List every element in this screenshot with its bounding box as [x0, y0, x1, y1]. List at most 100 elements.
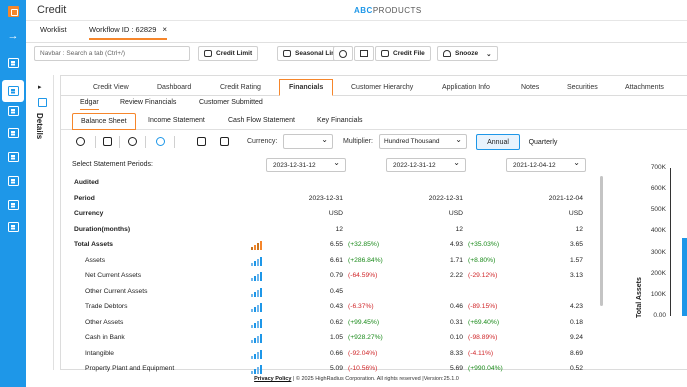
export-icon[interactable] — [197, 137, 206, 146]
navbar-search-input[interactable]: Navbar : Search a tab (Ctrl+/) — [34, 46, 190, 61]
tab-worklist[interactable]: Worklist — [40, 25, 67, 34]
sidebar-item-list[interactable] — [0, 146, 26, 168]
bell-icon — [443, 50, 451, 57]
details-rail[interactable]: ▸ Details — [30, 75, 54, 370]
chart-tick-label: 600K — [650, 185, 666, 193]
download-icon[interactable] — [220, 137, 229, 146]
value-period-1: 0.66 — [329, 349, 343, 357]
tab-balance-sheet[interactable]: Balance Sheet — [72, 113, 136, 130]
row-label: Property Plant and Equipment — [85, 365, 175, 372]
tab-application-info[interactable]: Application Info — [442, 84, 490, 91]
trend-chart-icon[interactable] — [251, 272, 262, 281]
close-icon[interactable]: × — [162, 25, 167, 34]
change-period-2: (-98.89%) — [468, 334, 498, 341]
value-period-2: 0.31 — [449, 318, 463, 326]
tab-credit-view[interactable]: Credit View — [93, 84, 129, 91]
chart-tick-label: 300K — [650, 248, 666, 256]
credit-limit-label: Credit Limit — [216, 50, 253, 57]
value-period-1: 0.45 — [329, 287, 343, 295]
edit-icon[interactable] — [103, 137, 112, 146]
change-period-1: (-6.37%) — [348, 303, 374, 310]
trend-chart-icon[interactable] — [251, 303, 262, 312]
value-period-3: 0.18 — [569, 318, 583, 326]
add-icon[interactable] — [76, 137, 85, 146]
tab-securities[interactable]: Securities — [567, 84, 598, 91]
trend-chart-icon[interactable] — [251, 334, 262, 343]
sidebar-item-settings[interactable] — [0, 194, 26, 216]
sidebar-item-home[interactable] — [0, 52, 26, 74]
period-select-2[interactable]: 2022-12-31-12 — [386, 158, 466, 172]
table-row: Other Current Assets 0.45 — [61, 285, 591, 301]
statement-tabs: Balance Sheet Income Statement Cash Flow… — [61, 113, 687, 130]
multiplier-select[interactable]: Hundred Thousand — [379, 134, 467, 149]
footer: Privacy Policy | © 2025 HighRadius Corpo… — [26, 372, 687, 387]
chart-tick-label: 500K — [650, 206, 666, 214]
table-row: Trade Debtors 0.43 (-6.37%) 0.46 (-89.15%) 4.… — [61, 300, 591, 316]
sidebar-item-monitor[interactable] — [0, 100, 26, 122]
trend-chart-icon[interactable] — [251, 318, 262, 328]
row-label: Net Current Assets — [85, 272, 142, 279]
expand-arrow-icon[interactable]: → — [0, 25, 26, 47]
tab-income-statement[interactable]: Income Statement — [148, 117, 205, 124]
value-period-2: 2.22 — [449, 272, 463, 279]
trend-chart-icon[interactable] — [251, 256, 262, 266]
top-bar: Credit ABCPRODUCTS — [26, 0, 687, 21]
period-select-1[interactable]: 2023-12-31-12 — [266, 158, 346, 172]
sidebar-item-tasks[interactable] — [0, 216, 26, 238]
refresh-icon[interactable] — [128, 137, 137, 146]
credit-limit-button[interactable]: Credit Limit — [198, 46, 259, 61]
trend-chart-icon[interactable] — [251, 287, 262, 297]
tab-review-financials[interactable]: Review Financials — [120, 99, 176, 106]
tab-dashboard[interactable]: Dashboard — [157, 84, 191, 91]
currency-select[interactable] — [283, 134, 333, 149]
tab-financials[interactable]: Financials — [279, 79, 334, 96]
divider — [119, 136, 120, 148]
annual-toggle[interactable]: Annual — [476, 134, 520, 150]
value-period-2: 0.10 — [449, 334, 463, 341]
snooze-button[interactable]: Snooze ⌄ — [437, 46, 498, 61]
period-select-3[interactable]: 2021-12-04-12 — [506, 158, 586, 172]
quarterly-toggle[interactable]: Quarterly — [522, 134, 564, 150]
email-button[interactable] — [354, 46, 374, 61]
tab-attachments[interactable]: Attachments — [625, 84, 664, 91]
table-row: Intangible 0.66 (-92.04%) 8.33 (-4.11%) 8.69 — [61, 347, 591, 363]
help-icon[interactable] — [156, 137, 165, 146]
row-label: Assets — [85, 256, 106, 264]
refresh-button[interactable] — [333, 46, 353, 61]
change-period-2: (+8.80%) — [468, 256, 496, 264]
table-body: Total Assets 6.55 (+32.85%) 4.93 (+35.03%) 3.… — [61, 238, 591, 378]
chevron-right-icon[interactable]: ▸ — [38, 83, 42, 91]
tab-notes[interactable]: Notes — [521, 84, 539, 91]
chart-bar[interactable] — [682, 237, 687, 316]
tab-credit-rating[interactable]: Credit Rating — [220, 84, 261, 91]
toolbar: Navbar : Search a tab (Ctrl+/) Credit Li… — [26, 43, 687, 65]
tab-edgar[interactable]: Edgar — [80, 99, 99, 110]
period-label: Period — [74, 194, 95, 202]
privacy-policy-link[interactable]: Privacy Policy — [254, 376, 291, 382]
row-label: Other Current Assets — [85, 287, 148, 295]
app-title: Credit — [37, 4, 67, 16]
statement-periods: Select Statement Periods: 2023-12-31-12 … — [61, 156, 687, 174]
tab-key-financials[interactable]: Key Financials — [317, 117, 363, 124]
credit-file-button[interactable]: Credit File — [375, 46, 431, 61]
row-label: Other Assets — [85, 318, 124, 326]
tab-customer-hierarchy[interactable]: Customer Hierarchy — [351, 84, 413, 91]
tab-cash-flow-statement[interactable]: Cash Flow Statement — [228, 117, 295, 124]
tab-customer-submitted[interactable]: Customer Submitted — [199, 99, 263, 106]
trend-chart-icon[interactable] — [251, 349, 262, 359]
sidebar-item-document[interactable] — [0, 170, 26, 192]
trend-chart-icon[interactable] — [251, 241, 262, 250]
sidebar-item-reports[interactable] — [0, 122, 26, 144]
table-row-audited: Audited — [61, 176, 591, 192]
sidebar-item-credit[interactable] — [2, 80, 24, 102]
value-period-3: 8.69 — [569, 349, 583, 357]
credit-file-label: Credit File — [393, 50, 425, 57]
currency-value-3: USD — [568, 210, 583, 217]
change-period-1: (-92.04%) — [348, 349, 378, 357]
duration-value-3: 12 — [575, 225, 583, 233]
tab-workflow[interactable]: Workflow ID : 62829 × — [89, 25, 168, 40]
table-row: Assets 6.61 (+286.84%) 1.71 (+8.80%) 1.57 — [61, 254, 591, 270]
refresh-icon — [339, 49, 347, 58]
value-period-3: 3.65 — [569, 241, 583, 248]
app-logo-icon — [8, 6, 19, 17]
